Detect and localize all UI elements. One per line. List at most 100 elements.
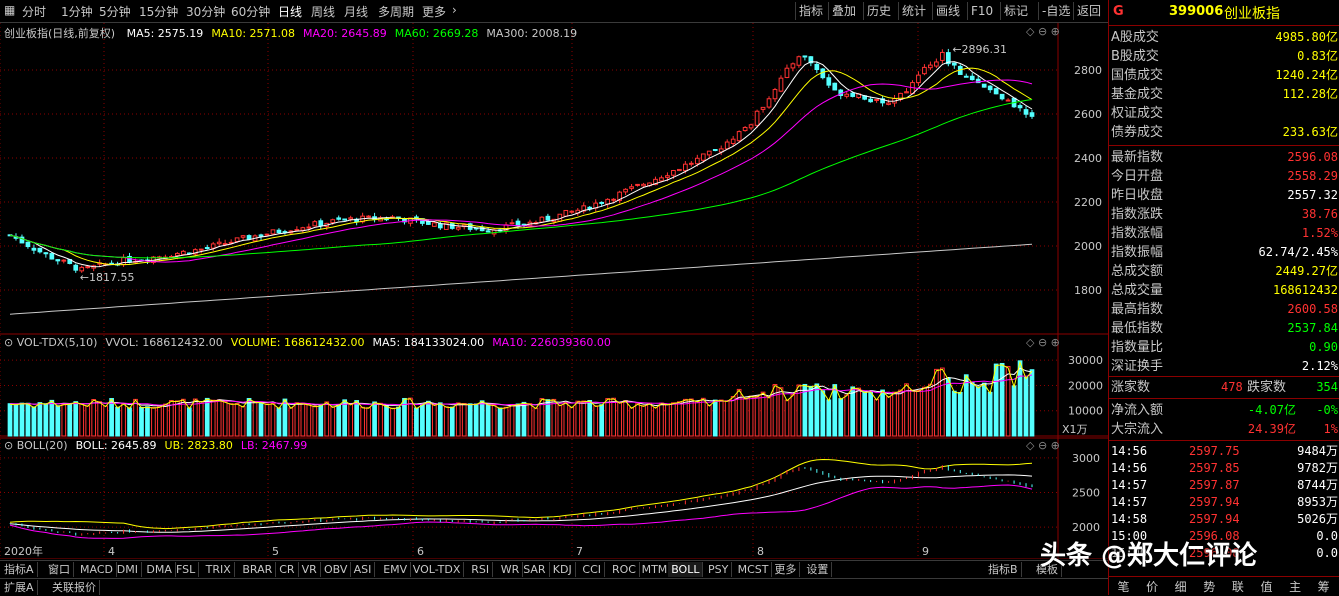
ma-label-4: MA300: 2008.19	[486, 27, 578, 40]
period-tab-9[interactable]: 多周期	[378, 3, 414, 20]
volume-bar	[1011, 385, 1017, 437]
volume-bar	[360, 406, 365, 437]
status-tab-0[interactable]: 扩展A	[1, 580, 38, 595]
boll_chart-header-0: BOLL(20)	[16, 439, 68, 452]
x-axis-label: 4	[108, 545, 115, 558]
turnover-row: 基金成交 112.28亿	[1111, 87, 1338, 102]
volume-bar	[384, 405, 389, 437]
panel-tab-4[interactable]: 联	[1224, 578, 1251, 595]
volume-bar	[455, 402, 461, 437]
period-tab-0[interactable]: 分时	[22, 3, 46, 20]
status-tab-1[interactable]: 关联报价	[49, 580, 100, 595]
indicator-tab-22[interactable]: PSY	[705, 562, 733, 577]
kline-chart-area[interactable]: 2800 2600 2400 2200 2000 1800 30000 20000 10000 X…	[0, 23, 1108, 559]
period-tab-2[interactable]: 5分钟	[99, 3, 131, 20]
period-toolbar-icon[interactable]: ▦	[4, 3, 15, 17]
volume-bar	[820, 390, 826, 437]
period-tab-6[interactable]: 日线	[278, 3, 302, 20]
toolbar-button-6[interactable]: 标记	[1000, 2, 1031, 20]
indicator-tab-23[interactable]: MCST	[735, 562, 773, 577]
toolbar-button-5[interactable]: F10	[967, 2, 996, 20]
period-tab-8[interactable]: 月线	[344, 3, 368, 20]
period-tab-4[interactable]: 30分钟	[186, 3, 225, 20]
boll-options-icons[interactable]: ◇ ⊖ ⊕	[1026, 439, 1060, 452]
toolbar-button-0[interactable]: 指标	[795, 2, 826, 20]
volume-bar	[282, 398, 288, 437]
period-tab-3[interactable]: 15分钟	[139, 3, 178, 20]
indicator-tab-16[interactable]: SAR	[520, 562, 550, 577]
indicator-tab-21[interactable]: BOLL	[668, 562, 704, 577]
panel-tab-2[interactable]: 细	[1167, 578, 1194, 595]
candle	[270, 229, 276, 235]
period-tab-7[interactable]: 周线	[311, 3, 335, 20]
volume-bar	[515, 403, 521, 437]
candle	[342, 218, 348, 221]
turnover-row: 债券成交 233.63亿	[1111, 125, 1338, 140]
panel-tab-5[interactable]: 值	[1253, 578, 1280, 595]
indicator-tab-9[interactable]: VR	[299, 562, 321, 577]
volume-unit: X1万	[1062, 423, 1088, 436]
turnover-row: B股成交 0.83亿	[1111, 49, 1338, 64]
index-row: 指数振幅 62.74/2.45%	[1111, 245, 1338, 260]
indicator-tab-6[interactable]: TRIX	[203, 562, 235, 577]
volume-bar	[665, 403, 670, 437]
volume-bar	[975, 386, 981, 437]
volume-bar	[294, 402, 300, 437]
panel-tab-1[interactable]: 价	[1139, 578, 1166, 595]
chart-options-icons[interactable]: ◇ ⊖ ⊕	[1026, 25, 1060, 38]
indicator-tab-7[interactable]: BRAR	[239, 562, 277, 577]
panel-tab-7[interactable]: 筹	[1310, 578, 1337, 595]
indicator-tab-18[interactable]: CCI	[579, 562, 605, 577]
volume_chart-header-4: MA10: 226039360.00	[492, 336, 611, 349]
main-y-tick: 2000	[1074, 240, 1102, 253]
period-tab-5[interactable]: 60分钟	[231, 3, 270, 20]
period-tab-10[interactable]: 更多	[422, 3, 446, 20]
indicator-tab-1[interactable]: 窗口	[45, 562, 74, 577]
indicator-tab-12[interactable]: EMV	[380, 562, 412, 577]
panel-tab-3[interactable]: 势	[1196, 578, 1223, 595]
indicator-tab-4[interactable]: DMA	[143, 562, 176, 577]
volume-bar	[55, 405, 61, 437]
panel-tab-0[interactable]: 笔	[1110, 578, 1137, 595]
indicator-tab-10[interactable]: OBV	[321, 562, 352, 577]
volume-bar	[372, 401, 377, 437]
indicator-tab-24[interactable]: 更多	[771, 562, 801, 577]
indicator-circle-icon[interactable]: ⊙	[4, 439, 17, 452]
indicator-tab-8[interactable]: CR	[276, 562, 299, 577]
right-indicator-tab-0[interactable]: 指标B	[985, 562, 1022, 577]
indicator-tab-19[interactable]: ROC	[609, 562, 640, 577]
volume-bar	[7, 403, 13, 437]
volume-bar	[342, 399, 348, 437]
indicator-tab-20[interactable]: MTM	[639, 562, 672, 577]
volume-bar	[617, 402, 622, 437]
watermark: 头条 @郑大仁评论	[1040, 541, 1258, 571]
more-chevron-icon[interactable]: ›	[452, 3, 457, 17]
volume-bar	[234, 402, 240, 437]
indicator-tab-3[interactable]: DMI	[114, 562, 143, 577]
volume-options-icons[interactable]: ◇ ⊖ ⊕	[1026, 336, 1060, 349]
toolbar-button-8[interactable]: 返回	[1073, 2, 1104, 20]
indicator-tab-0[interactable]: 指标A	[1, 562, 38, 577]
volume-bar	[109, 398, 114, 437]
indicator-tab-13[interactable]: VOL-TDX	[410, 562, 465, 577]
toolbar-button-3[interactable]: 统计	[898, 2, 929, 20]
toolbar-button-1[interactable]: 叠加	[828, 2, 859, 20]
volume-bar	[939, 367, 945, 437]
toolbar-button-2[interactable]: 历史	[863, 2, 894, 20]
indicator-tab-5[interactable]: FSL	[173, 562, 200, 577]
toolbar-button-7[interactable]: -自选	[1038, 2, 1073, 20]
volume-bar	[240, 405, 246, 437]
panel-tab-6[interactable]: 主	[1282, 578, 1309, 595]
indicator-tab-14[interactable]: RSI	[468, 562, 494, 577]
indicator-tab-25[interactable]: 设置	[803, 562, 833, 577]
indicator-tab-17[interactable]: KDJ	[550, 562, 576, 577]
candle	[736, 130, 742, 143]
toolbar-button-4[interactable]: 画线	[932, 2, 963, 20]
indicator-tab-11[interactable]: ASI	[351, 562, 376, 577]
volume-bar	[599, 404, 605, 437]
period-tab-1[interactable]: 1分钟	[61, 3, 93, 20]
indicator-tab-2[interactable]: MACD	[77, 562, 117, 577]
volume-bar	[163, 403, 168, 437]
indicator-circle-icon[interactable]: ⊙	[4, 336, 17, 349]
main-y-tick: 2800	[1074, 64, 1102, 77]
